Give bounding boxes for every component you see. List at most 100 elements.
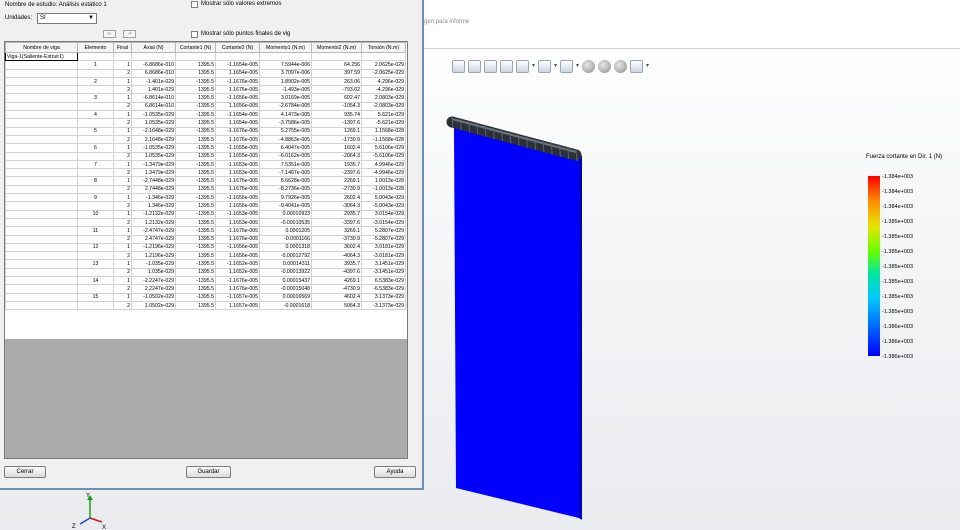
table-cell: -2397.6 bbox=[311, 168, 362, 178]
table-row[interactable]: 2 6.8686e-010 1395.5 1.1654e-005 3.7097e-006… bbox=[5, 68, 406, 78]
table-row[interactable]: 2 1.2196e-029 1395.5 1.1656e-005 -0.00012792… bbox=[5, 251, 406, 261]
next-button[interactable]: -> bbox=[123, 30, 136, 38]
endpoints-checkbox[interactable] bbox=[191, 31, 198, 38]
table-cell: 1935.7 bbox=[311, 159, 362, 170]
results-table-container[interactable]: Nombre de viga Elemento Final Axial (N) Cort… bbox=[4, 41, 408, 459]
table-cell bbox=[5, 284, 78, 294]
save-button[interactable]: Guardar bbox=[186, 466, 231, 478]
table-cell: 0.00014311 bbox=[259, 259, 312, 269]
table-row[interactable]: 2 1.035e-029 1395.5 1.1652e-005 -0.00013922-… bbox=[5, 267, 406, 278]
column-header[interactable]: Axial (N) bbox=[131, 42, 176, 53]
table-row[interactable]: 1 1 -6.8686e-010 1395.5 -1.1654e-005 7.5944e-… bbox=[5, 60, 406, 70]
column-header[interactable]: Elemento bbox=[77, 42, 114, 53]
plate-face bbox=[454, 126, 579, 518]
table-cell: 1395.5 bbox=[175, 234, 216, 244]
table-cell: -1.401e-029 bbox=[131, 76, 176, 87]
table-cell: -1.1653e-005 bbox=[215, 209, 260, 219]
table-cell: -1395.5 bbox=[175, 193, 216, 203]
study-name-label: Nombre de estudio: Análisis estático 1 bbox=[5, 2, 107, 8]
table-row[interactable]: 2 2.2247e-029 1395.5 1.1676e-005 -0.00015048… bbox=[5, 284, 406, 294]
extremes-checkbox[interactable] bbox=[191, 1, 198, 8]
table-cell: 1 bbox=[113, 126, 132, 136]
table-row[interactable]: 10 1 -1.2132e-029 -1395.5 -1.1653e-005 0.0001… bbox=[5, 209, 406, 219]
table-row[interactable]: 2 2.1648e-029 1395.5 1.1676e-005 -4.8863e-00… bbox=[5, 134, 406, 145]
table-cell: 1.1676e-005 bbox=[215, 134, 260, 145]
table-row[interactable]: 2 6.8614e-010 -1395.5 1.1656e-005 -2.6784e-0… bbox=[5, 101, 406, 112]
table-row[interactable]: 2 2.4747e-029 1395.5 1.1676e-005 -0.0001166-… bbox=[5, 234, 406, 244]
table-cell: -0.00013922 bbox=[259, 267, 312, 278]
legend-label: -1.386e+003 bbox=[882, 339, 914, 345]
table-cell: -1395.5 bbox=[175, 292, 216, 302]
table-cell: 1.0535e-029 bbox=[131, 151, 176, 161]
table-cell: 1 bbox=[113, 176, 132, 186]
table-cell: -1395.5 bbox=[175, 143, 216, 153]
table-cell: -1.1656e-005 bbox=[215, 93, 260, 103]
table-cell: 9.7926e-005 bbox=[259, 193, 312, 203]
table-row[interactable]: 3 1 -6.8614e-010 1395.5 -1.1656e-005 3.0169e-… bbox=[5, 93, 406, 103]
table-cell: -1395.5 bbox=[175, 101, 216, 112]
table-row[interactable]: 2 1 -1.401e-029 -1395.5 -1.1676e-005 1.8902e-… bbox=[5, 76, 406, 87]
table-row[interactable]: 2 1.3479e-029 1395.5 1.1653e-005 -7.1467e-00… bbox=[5, 168, 406, 178]
table-row[interactable]: Viga-1(Saliente-Extruir1) bbox=[5, 51, 406, 62]
table-cell: 2602.4 bbox=[311, 193, 362, 203]
table-cell: -1.0535e-029 bbox=[131, 110, 176, 120]
table-cell bbox=[5, 259, 78, 269]
table-row[interactable]: 4 1 -1.0535e-029 -1395.5 -1.1654e-005 4.1473e… bbox=[5, 110, 406, 120]
table-cell: -1395.5 bbox=[175, 159, 216, 170]
table-row[interactable]: 7 1 -1.3479e-029 -1395.5 -1.1653e-005 7.5351e… bbox=[5, 159, 406, 170]
table-cell: 1 bbox=[113, 93, 132, 103]
table-cell: 8 bbox=[77, 176, 114, 186]
column-header[interactable]: Nombre de viga bbox=[5, 42, 78, 53]
help-button[interactable]: Ayuda bbox=[374, 466, 416, 478]
table-cell: 14 bbox=[77, 275, 114, 286]
table-row[interactable]: 2 2.7448e-029 1395.5 1.1676e-005 -8.2736e-00… bbox=[5, 184, 406, 195]
table-cell: 1.1656e-005 bbox=[215, 251, 260, 261]
table-row[interactable]: 2 1.2132e-029 1395.5 1.1653e-005 -0.00010535… bbox=[5, 217, 406, 228]
table-cell: -2.1648e-029 bbox=[131, 126, 176, 136]
table-row[interactable]: 13 1 -1.035e-029 -1395.5 -1.1652e-005 0.00014… bbox=[5, 259, 406, 269]
table-row[interactable]: 11 1 -2.4747e-029 -1395.5 -1.1676e-005 0.0001… bbox=[5, 226, 406, 236]
previous-button[interactable]: <- bbox=[103, 30, 116, 38]
table-cell bbox=[5, 76, 78, 87]
table-cell bbox=[5, 217, 78, 228]
table-row[interactable]: 2 1.0535e-029 1395.5 1.1655e-005 -6.0162e-00… bbox=[5, 151, 406, 161]
table-cell: -3.0154e-029 bbox=[361, 217, 406, 228]
legend-label: -1.385e+003 bbox=[882, 234, 914, 240]
table-cell: -5.0043e-029 bbox=[361, 201, 406, 211]
table-cell: 935.74 bbox=[311, 110, 362, 120]
column-header[interactable]: Torsión (N.m) bbox=[361, 42, 406, 53]
table-cell: 2 bbox=[113, 251, 132, 261]
table-cell: 3.0169e-005 bbox=[259, 93, 312, 103]
table-row[interactable]: 2 1.401e-029 1395.5 1.1676e-005 -1.493e-005-… bbox=[5, 85, 406, 95]
table-row[interactable]: 8 1 -2.7448e-029 -1395.5 -1.1676e-005 8.6628e… bbox=[5, 176, 406, 186]
table-cell: 1.2196e-029 bbox=[131, 251, 176, 261]
table-cell bbox=[5, 242, 78, 253]
table-row[interactable]: 2 1.346e-029 1395.5 1.1656e-005 -9.4041e-005… bbox=[5, 201, 406, 211]
column-header[interactable]: Momento1 (N.m) bbox=[259, 42, 312, 53]
table-cell: -1395.5 bbox=[175, 110, 216, 120]
table-cell: 6.4047e-005 bbox=[259, 143, 312, 153]
table-row[interactable]: 6 1 -1.0535e-029 -1395.5 -1.1655e-005 6.4047e… bbox=[5, 143, 406, 153]
table-cell: 1.1676e-005 bbox=[215, 85, 260, 95]
table-cell: 64.256 bbox=[311, 60, 362, 70]
units-select[interactable]: SI ▼ bbox=[37, 13, 97, 24]
table-cell: 1.1568e-028 bbox=[361, 126, 406, 136]
table-cell: 13 bbox=[77, 259, 114, 269]
table-cell: 5.2755e-005 bbox=[259, 126, 312, 136]
table-cell: 3269.1 bbox=[311, 226, 362, 236]
column-header[interactable]: Final bbox=[113, 42, 132, 53]
table-row[interactable]: 2 1.0535e-029 1395.5 1.1654e-005 -3.7586e-00… bbox=[5, 118, 406, 128]
table-cell: 1.1653e-005 bbox=[215, 168, 260, 178]
table-row[interactable]: 5 1 -2.1648e-029 -1395.5 -1.1676e-005 5.2755e… bbox=[5, 126, 406, 136]
table-row[interactable]: 9 1 -1.346e-029 -1395.5 -1.1656e-005 9.7926e-… bbox=[5, 193, 406, 203]
table-row[interactable]: 14 1 -2.2247e-029 -1395.5 -1.1676e-005 0.0001… bbox=[5, 275, 406, 286]
column-header[interactable]: Cortante1 (N) bbox=[175, 42, 216, 53]
close-button[interactable]: Cerrar bbox=[4, 466, 46, 478]
table-row[interactable]: 2 1.0502e-029 1395.5 1.1657e-005 -0.0001618 5… bbox=[5, 300, 406, 311]
table-row[interactable]: 15 1 -1.0502e-029 -1395.5 -1.1657e-005 0.0001… bbox=[5, 292, 406, 302]
table-row[interactable]: 12 1 -1.2196e-029 -1395.5 -1.1656e-005 0.0001… bbox=[5, 242, 406, 253]
table-cell: 1 bbox=[113, 60, 132, 70]
column-header[interactable]: Cortante2 (N) bbox=[215, 42, 260, 53]
table-cell: 1.1656e-005 bbox=[215, 201, 260, 211]
column-header[interactable]: Momento2 (N.m) bbox=[311, 42, 362, 53]
